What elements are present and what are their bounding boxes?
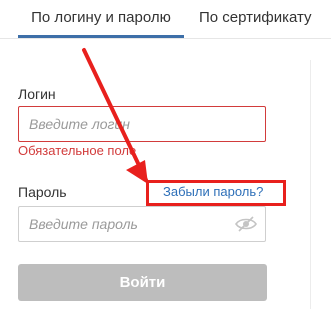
login-submit-button[interactable]: Войти — [18, 264, 267, 301]
login-field — [18, 106, 266, 142]
password-input[interactable] — [19, 207, 265, 241]
login-input[interactable] — [19, 107, 265, 141]
auth-tabs: По логину и паролю По сертификату — [0, 0, 331, 40]
tab-login-password[interactable]: По логину и паролю — [18, 0, 184, 38]
forgot-password-link[interactable]: Забыли пароль? — [163, 184, 263, 199]
login-error-message: Обязательное поле — [18, 143, 137, 158]
tab-certificate[interactable]: По сертификату — [199, 0, 312, 38]
password-label: Пароль — [18, 184, 67, 200]
eye-slash-icon[interactable] — [235, 216, 257, 232]
tabs-divider — [0, 38, 331, 39]
vertical-divider — [310, 60, 311, 309]
password-field — [18, 206, 266, 242]
login-label: Логин — [18, 86, 56, 102]
